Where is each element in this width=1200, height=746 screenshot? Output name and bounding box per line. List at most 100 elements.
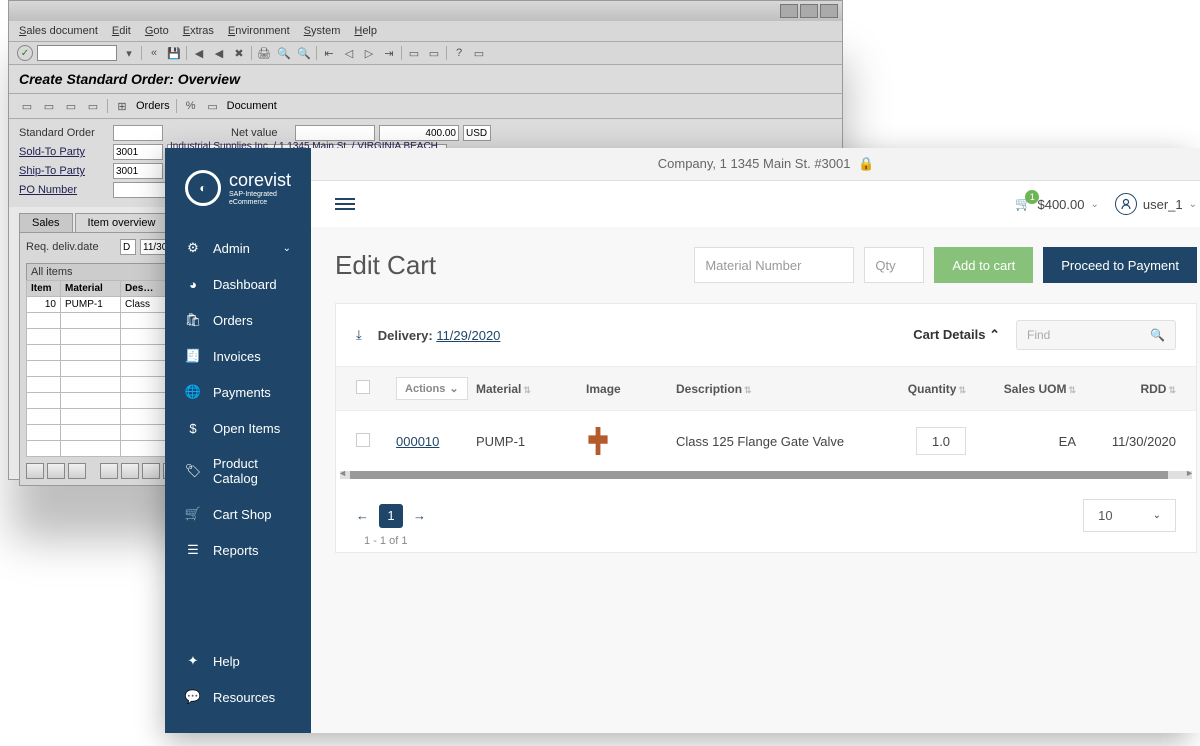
qty-field[interactable]: 1.0 [916,427,966,455]
col-description[interactable]: Description⇅ [676,382,876,396]
col-rdd[interactable]: RDD⇅ [1076,382,1176,396]
nav-resources[interactable]: 💬 Resources [165,679,311,715]
menu-help[interactable]: Help [354,25,377,37]
tbl-btn-5[interactable] [121,463,139,479]
tbl-btn-1[interactable] [26,463,44,479]
save-icon[interactable]: 💾 [166,45,182,61]
tab-item-overview[interactable]: Item overview [75,213,169,232]
last-page-icon[interactable]: ⇥ [381,45,397,61]
net-value-blank[interactable] [295,125,375,141]
nav-invoices[interactable]: 🧾 Invoices [165,338,311,374]
menu-goto[interactable]: Goto [145,25,169,37]
change-icon[interactable]: ▭ [41,98,57,114]
back-icon[interactable]: « [146,45,162,61]
first-page-icon[interactable]: ⇤ [321,45,337,61]
orders-icon[interactable]: ⊞ [114,98,130,114]
help-icon[interactable]: ? [451,45,467,61]
cart-widget[interactable]: 🛒1 $400.00 ⌄ [1015,196,1099,212]
document-icon[interactable]: % [183,98,199,114]
select-all-checkbox[interactable] [356,380,370,394]
ok-icon[interactable]: ✓ [17,45,33,61]
qty-input[interactable]: Qty [864,247,924,283]
tbl-btn-6[interactable] [142,463,160,479]
download-icon[interactable]: ⤓ [356,327,362,343]
avatar-icon [1115,193,1137,215]
menu-system[interactable]: System [304,25,341,37]
item-id-link[interactable]: 000010 [396,434,439,449]
col-item[interactable]: Item [27,281,61,297]
document-label[interactable]: Document [227,100,277,112]
cell-rdd: 11/30/2020 [1076,434,1176,449]
other-icon[interactable]: ▭ [63,98,79,114]
maximize-button[interactable] [800,4,818,18]
actions-button[interactable]: Actions ⌄ [396,377,468,400]
net-value-input[interactable]: 400.00 [379,125,459,141]
material-input[interactable]: Material Number [694,247,854,283]
delivery-date[interactable]: 11/29/2020 [436,328,500,343]
tbl-btn-3[interactable] [68,463,86,479]
document2-icon[interactable]: ▭ [205,98,221,114]
prev-page-icon[interactable]: ◁ [341,45,357,61]
pager-next[interactable]: → [413,508,426,523]
ship-to-label[interactable]: Ship-To Party [19,165,109,177]
menu-extras[interactable]: Extras [183,25,214,37]
menu-environment[interactable]: Environment [228,25,290,37]
menu-sales-document[interactable]: Sales document [19,25,98,37]
add-to-cart-button[interactable]: Add to cart [934,247,1033,283]
nav-back-icon[interactable]: ◀ [191,45,207,61]
sold-to-input[interactable]: 3001 [113,144,163,160]
cell-item[interactable]: 10 [27,297,61,313]
po-number-label[interactable]: PO Number [19,184,109,196]
find-next-icon[interactable]: 🔍 [296,45,312,61]
tbl-btn-4[interactable] [100,463,118,479]
menu-edit[interactable]: Edit [112,25,131,37]
pager-prev[interactable]: ← [356,508,369,523]
standard-order-input[interactable] [113,125,163,141]
tbl-btn-2[interactable] [47,463,65,479]
dropdown-icon[interactable]: ▾ [121,45,137,61]
nav-help[interactable]: ✦ Help [165,643,311,679]
nav-admin[interactable]: ⚙ Admin ⌄ [165,230,311,266]
nav-exit-icon[interactable]: ◀ [211,45,227,61]
col-quantity[interactable]: Quantity⇅ [876,382,966,396]
close-button[interactable] [820,4,838,18]
nav-product-catalog[interactable]: 🏷 Product Catalog [165,446,311,496]
col-material[interactable]: Material⇅ [476,382,586,396]
find-input[interactable]: Find 🔍 [1016,320,1176,350]
command-field[interactable] [37,45,117,61]
sold-to-label[interactable]: Sold-To Party [19,146,109,158]
find-icon[interactable]: 🔍 [276,45,292,61]
pager-page[interactable]: 1 [379,504,403,528]
tab-sales[interactable]: Sales [19,213,73,232]
next-page-icon[interactable]: ▷ [361,45,377,61]
receipt-icon: 🧾 [185,348,201,364]
new-session-icon[interactable]: ▭ [406,45,422,61]
horizontal-scrollbar[interactable] [340,471,1192,479]
cart-details-toggle[interactable]: Cart Details ⌃ [913,327,1000,343]
minimize-button[interactable] [780,4,798,18]
page-size-select[interactable]: 10 ⌄ [1083,499,1176,532]
layout-icon[interactable]: ▭ [471,45,487,61]
hamburger-button[interactable] [335,198,355,210]
req-deliv-d[interactable]: D [120,239,136,255]
nav-payments[interactable]: 🌐 Payments [165,374,311,410]
orders-label[interactable]: Orders [136,100,170,112]
ship-to-input[interactable]: 3001 [113,163,163,179]
shortcut-icon[interactable]: ▭ [426,45,442,61]
col-uom[interactable]: Sales UOM⇅ [966,382,1076,396]
nav-cart-shop[interactable]: 🛒 Cart Shop [165,496,311,532]
other2-icon[interactable]: ▭ [85,98,101,114]
currency-input[interactable]: USD [463,125,491,141]
nav-open-items[interactable]: $ Open Items [165,410,311,446]
col-material[interactable]: Material [61,281,121,297]
nav-orders[interactable]: 🛍 Orders [165,302,311,338]
row-checkbox[interactable] [356,433,370,447]
cell-material[interactable]: PUMP-1 [61,297,121,313]
nav-reports[interactable]: ☰ Reports [165,532,311,568]
proceed-button[interactable]: Proceed to Payment [1043,247,1197,283]
display-icon[interactable]: ▭ [19,98,35,114]
user-widget[interactable]: user_1 ⌄ [1115,193,1197,215]
nav-dashboard[interactable]: ◕ Dashboard [165,266,311,302]
nav-cancel-icon[interactable]: ✖ [231,45,247,61]
print-icon[interactable]: 🖨 [256,45,272,61]
